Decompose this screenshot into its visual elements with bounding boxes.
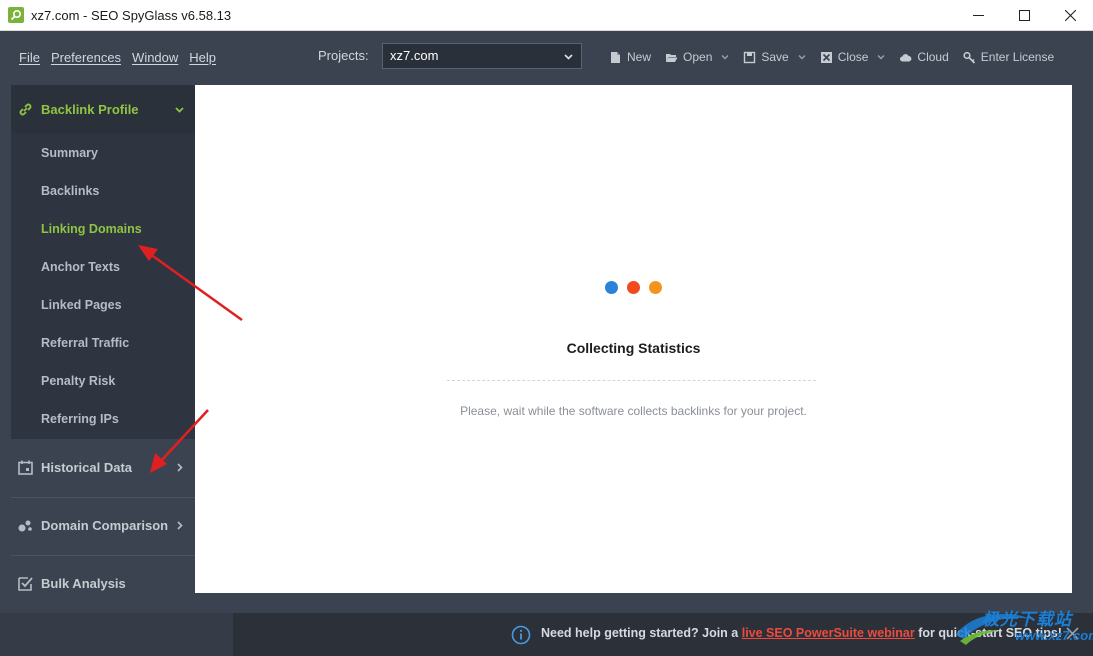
folder-open-icon bbox=[666, 53, 678, 62]
link-icon bbox=[16, 100, 34, 118]
enter-license-label: Enter License bbox=[980, 50, 1055, 64]
sidebar-item-linked-pages[interactable]: Linked Pages bbox=[41, 298, 122, 312]
menu-bar: File Preferences Window Help bbox=[19, 50, 216, 65]
close-box-icon bbox=[820, 51, 832, 63]
sidebar-section-domain-comparison[interactable]: Domain Comparison bbox=[11, 501, 195, 549]
projects-label: Projects: bbox=[318, 48, 369, 63]
chevron-down-icon bbox=[721, 55, 729, 60]
chevron-down-icon bbox=[798, 55, 806, 60]
enter-license-button[interactable]: Enter License bbox=[963, 50, 1054, 64]
watermark-text-url: www.xz7.com bbox=[1015, 628, 1093, 643]
help-text-before: Need help getting started? Join a bbox=[541, 626, 742, 640]
chevron-down-icon bbox=[877, 55, 885, 60]
cloud-label: Cloud bbox=[917, 50, 949, 64]
menu-help[interactable]: Help bbox=[189, 50, 216, 65]
bubbles-icon bbox=[16, 516, 34, 534]
close-project-button[interactable]: Close bbox=[820, 50, 886, 64]
sidebar: Backlink Profile Summary Backlinks Linki… bbox=[0, 85, 195, 613]
sidebar-item-penalty-risk[interactable]: Penalty Risk bbox=[41, 374, 115, 388]
app-logo-icon bbox=[8, 7, 24, 23]
sidebar-section-bulk-analysis[interactable]: Bulk Analysis bbox=[11, 559, 195, 607]
sidebar-section-historical-data[interactable]: Historical Data bbox=[11, 443, 195, 491]
maximize-button[interactable] bbox=[1001, 0, 1047, 31]
save-button[interactable]: Save bbox=[743, 50, 806, 64]
maximize-icon bbox=[1018, 10, 1030, 21]
close-icon bbox=[1064, 10, 1076, 21]
chevron-right-icon bbox=[177, 462, 183, 472]
loading-indicator bbox=[605, 281, 662, 294]
sidebar-section-label: Domain Comparison bbox=[41, 517, 169, 533]
menu-preferences[interactable]: Preferences bbox=[51, 50, 121, 65]
main-content-panel: Collecting Statistics Please, wait while… bbox=[195, 85, 1072, 593]
sidebar-item-referring-ips[interactable]: Referring IPs bbox=[41, 412, 119, 426]
projects-selected-value: xz7.com bbox=[390, 48, 439, 63]
loading-dot-orange bbox=[649, 281, 662, 294]
sidebar-item-anchor-texts[interactable]: Anchor Texts bbox=[41, 260, 120, 274]
loading-title: Collecting Statistics bbox=[566, 340, 701, 356]
sidebar-divider bbox=[11, 555, 195, 556]
loading-dot-blue bbox=[605, 281, 618, 294]
sidebar-section-backlink-profile[interactable]: Backlink Profile bbox=[11, 85, 195, 133]
sidebar-item-linking-domains[interactable]: Linking Domains bbox=[41, 222, 142, 236]
close-label: Close bbox=[837, 50, 869, 64]
sidebar-section-label: Historical Data bbox=[41, 459, 133, 475]
open-button[interactable]: Open bbox=[665, 50, 729, 64]
loading-divider bbox=[447, 380, 816, 381]
minimize-button[interactable] bbox=[955, 0, 1001, 31]
menu-window[interactable]: Window bbox=[132, 50, 178, 65]
loading-subtitle: Please, wait while the software collects… bbox=[460, 404, 807, 418]
new-label: New bbox=[627, 50, 652, 64]
calendar-icon bbox=[16, 458, 34, 476]
watermark-text-cn: 极光下载站 bbox=[982, 610, 1072, 629]
save-icon bbox=[744, 51, 756, 63]
checklist-icon bbox=[16, 574, 34, 592]
cloud-button[interactable]: Cloud bbox=[899, 50, 949, 64]
title-bar: xz7.com - SEO SpyGlass v6.58.13 bbox=[0, 0, 1093, 31]
new-file-icon bbox=[611, 51, 620, 63]
minimize-icon bbox=[972, 15, 984, 16]
loading-dot-red bbox=[627, 281, 640, 294]
sidebar-section-label: Backlink Profile bbox=[41, 101, 139, 117]
sidebar-item-referral-traffic[interactable]: Referral Traffic bbox=[41, 336, 129, 350]
save-label: Save bbox=[761, 50, 789, 64]
sidebar-divider bbox=[11, 497, 195, 498]
menu-toolbar: File Preferences Window Help Projects: x… bbox=[0, 31, 1093, 85]
new-button[interactable]: New bbox=[609, 50, 651, 64]
info-icon bbox=[511, 625, 531, 645]
cloud-icon bbox=[900, 53, 912, 61]
menu-file[interactable]: File bbox=[19, 50, 40, 65]
sidebar-item-backlinks[interactable]: Backlinks bbox=[41, 184, 99, 198]
sidebar-item-summary[interactable]: Summary bbox=[41, 146, 98, 160]
sidebar-section-label: Bulk Analysis bbox=[41, 575, 126, 591]
chevron-down-icon bbox=[564, 54, 573, 60]
webinar-link[interactable]: live SEO PowerSuite webinar bbox=[742, 626, 915, 640]
chevron-right-icon bbox=[177, 520, 183, 530]
close-window-button[interactable] bbox=[1047, 0, 1093, 31]
chevron-down-icon bbox=[175, 106, 184, 113]
open-label: Open bbox=[683, 50, 713, 64]
key-icon bbox=[963, 51, 975, 64]
projects-dropdown[interactable]: xz7.com bbox=[382, 43, 582, 69]
window-title: xz7.com - SEO SpyGlass v6.58.13 bbox=[31, 7, 232, 23]
backlink-profile-submenu: Summary Backlinks Linking Domains Anchor… bbox=[11, 133, 195, 439]
